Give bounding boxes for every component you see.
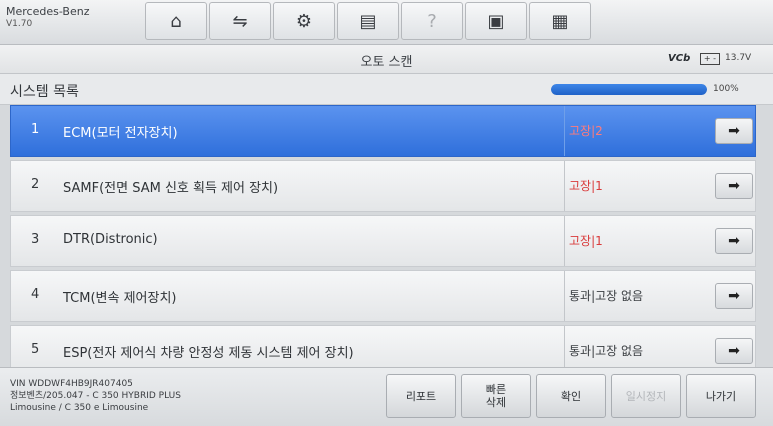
home-icon: ⌂: [170, 10, 182, 32]
arrow-right-icon: ➡: [728, 288, 740, 304]
scan-progress-percent: 100%: [713, 84, 739, 94]
system-row-4[interactable]: 4 TCM(변속 제어장치) 통과|고장 없음 ➡: [10, 270, 756, 322]
column-divider: [564, 271, 565, 321]
system-row-1[interactable]: 1 ECM(모터 전자장치) 고장|2 ➡: [10, 105, 756, 157]
system-status: 고장|2: [569, 124, 603, 138]
battery-voltage: 13.7V: [725, 53, 752, 63]
system-name: DTR(Distronic): [63, 232, 158, 247]
arrow-right-icon: ➡: [728, 123, 740, 139]
row-number: 4: [31, 287, 40, 302]
message-button[interactable]: ▦: [529, 2, 591, 40]
exit-button[interactable]: 나가기: [686, 374, 756, 418]
arrow-right-icon: ➡: [728, 233, 740, 249]
system-status: 통과|고장 없음: [569, 344, 644, 358]
system-list-header: 시스템 목록 100%: [0, 74, 773, 105]
confirm-button[interactable]: 확인: [536, 374, 606, 418]
system-list: 1 ECM(모터 전자장치) 고장|2 ➡ 2 SAMF(전면 SAM 신호 획…: [10, 105, 756, 380]
vehicle-body: Limousine / C 350 e Limousine: [10, 403, 149, 413]
row-number: 1: [31, 122, 40, 137]
arrow-right-icon: ➡: [728, 343, 740, 359]
save-button[interactable]: ▣: [465, 2, 527, 40]
app-version: V1.70: [6, 19, 33, 29]
screen: Mercedes-Benz V1.70 ⌂ ⇋ ⚙ ▤ ? ▣ ▦ 오토 스캔 …: [0, 0, 773, 426]
row-number: 5: [31, 342, 40, 357]
row-enter-button[interactable]: ➡: [715, 173, 753, 199]
help-button[interactable]: ?: [401, 2, 463, 40]
printer-icon: ▤: [359, 10, 377, 32]
system-row-3[interactable]: 3 DTR(Distronic) 고장|1 ➡: [10, 215, 756, 267]
save-icon: ▣: [487, 10, 505, 32]
page-title: 오토 스캔: [360, 55, 413, 70]
system-name: ECM(모터 전자장치): [63, 126, 178, 141]
settings-button[interactable]: ⚙: [273, 2, 335, 40]
row-enter-button[interactable]: ➡: [715, 118, 753, 144]
toolbar-buttons: ⌂ ⇋ ⚙ ▤ ? ▣ ▦: [145, 2, 593, 40]
title-bar: 오토 스캔 VCb + - 13.7V: [0, 45, 773, 74]
app-brand: Mercedes-Benz V1.70: [6, 5, 89, 31]
arrow-right-icon: ➡: [728, 178, 740, 194]
vehicle-lift-button[interactable]: ⇋: [209, 2, 271, 40]
system-row-2[interactable]: 2 SAMF(전면 SAM 신호 획득 제어 장치) 고장|1 ➡: [10, 160, 756, 212]
battery-icon: + -: [700, 53, 720, 65]
column-divider: [564, 161, 565, 211]
vci-indicator: VCb: [668, 53, 691, 64]
vin-text: VIN WDDWF4HB9JR407405: [10, 379, 133, 389]
system-name: SAMF(전면 SAM 신호 획득 제어 장치): [63, 181, 279, 196]
action-buttons: 리포트 빠른 삭제 확인 일시정지 나가기: [386, 374, 761, 418]
row-enter-button[interactable]: ➡: [715, 338, 753, 364]
help-icon: ?: [427, 10, 437, 32]
settings-gear-icon: ⚙: [295, 10, 313, 32]
pause-button[interactable]: 일시정지: [611, 374, 681, 418]
vehicle-model: 정보벤츠/205.047 - C 350 HYBRID PLUS: [10, 391, 181, 401]
system-name: ESP(전자 제어식 차량 안정성 제동 시스템 제어 장치): [63, 346, 354, 361]
home-button[interactable]: ⌂: [145, 2, 207, 40]
top-toolbar: Mercedes-Benz V1.70 ⌂ ⇋ ⚙ ▤ ? ▣ ▦: [0, 0, 773, 45]
scan-progress-fill: [551, 84, 707, 95]
quick-delete-button[interactable]: 빠른 삭제: [461, 374, 531, 418]
system-list-label: 시스템 목록: [10, 84, 79, 100]
scan-progress-bar: [551, 84, 707, 95]
vehicle-info: VIN WDDWF4HB9JR407405 정보벤츠/205.047 - C 3…: [10, 378, 181, 414]
column-divider: [564, 106, 565, 156]
row-enter-button[interactable]: ➡: [715, 283, 753, 309]
row-number: 2: [31, 177, 40, 192]
bottom-bar: VIN WDDWF4HB9JR407405 정보벤츠/205.047 - C 3…: [0, 367, 773, 426]
system-name: TCM(변속 제어장치): [63, 291, 177, 306]
brand-name: Mercedes-Benz: [6, 5, 90, 18]
row-enter-button[interactable]: ➡: [715, 228, 753, 254]
row-number: 3: [31, 232, 40, 247]
message-icon: ▦: [551, 10, 569, 32]
vehicle-lift-icon: ⇋: [232, 10, 248, 32]
system-status: 고장|1: [569, 234, 603, 248]
column-divider: [564, 216, 565, 266]
system-status: 통과|고장 없음: [569, 289, 644, 303]
print-button[interactable]: ▤: [337, 2, 399, 40]
report-button[interactable]: 리포트: [386, 374, 456, 418]
system-status: 고장|1: [569, 179, 603, 193]
